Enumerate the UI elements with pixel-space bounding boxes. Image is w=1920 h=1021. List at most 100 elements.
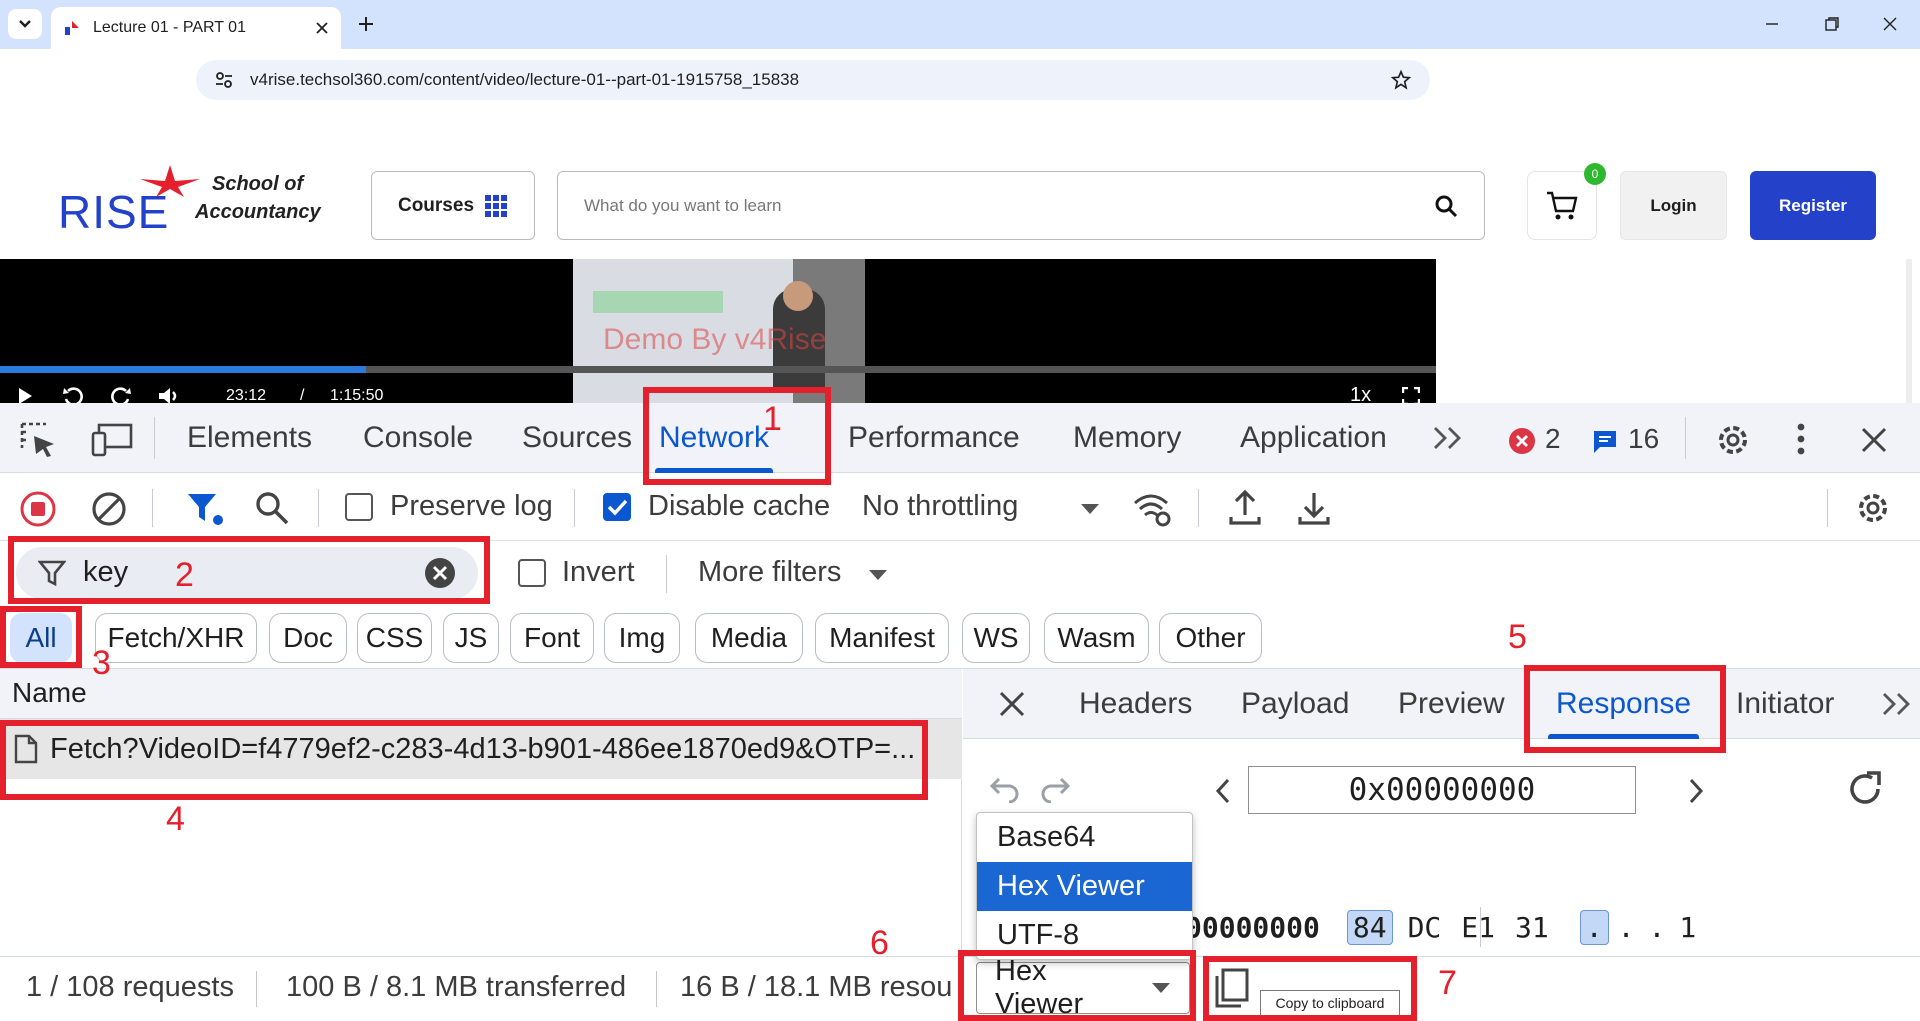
address-bar[interactable]: v4rise.techsol360.com/content/video/lect… xyxy=(196,60,1430,100)
type-chip-js[interactable]: JS xyxy=(443,613,499,663)
type-chip-ws[interactable]: WS xyxy=(962,613,1030,663)
type-chip-manifest[interactable]: Manifest xyxy=(815,613,949,663)
hex-byte-2[interactable]: E1 xyxy=(1456,911,1500,944)
device-toolbar-icon[interactable] xyxy=(91,423,133,457)
detail-tab-initiator[interactable]: Initiator xyxy=(1736,669,1834,739)
message-count[interactable]: 16 xyxy=(1628,423,1659,455)
filter-active-icon[interactable] xyxy=(186,491,224,527)
window-restore-icon[interactable] xyxy=(1824,16,1840,32)
throttling-select[interactable]: No throttling xyxy=(862,490,1018,523)
tab-close-icon[interactable] xyxy=(315,21,329,35)
invert-label[interactable]: Invert xyxy=(562,556,635,589)
search-icon[interactable] xyxy=(1434,194,1458,218)
tab-performance[interactable]: Performance xyxy=(848,403,1020,473)
courses-button[interactable]: Courses xyxy=(371,171,535,240)
hex-address-input[interactable]: 0x00000000 xyxy=(1248,766,1636,814)
tab-application[interactable]: Application xyxy=(1240,403,1387,473)
rewind-icon[interactable] xyxy=(62,387,84,403)
type-chip-all[interactable]: All xyxy=(10,613,72,663)
window-minimize-icon[interactable] xyxy=(1764,16,1780,32)
redo-icon[interactable] xyxy=(1039,775,1071,803)
clear-log-icon[interactable] xyxy=(91,491,127,527)
type-chip-media[interactable]: Media xyxy=(695,613,803,663)
play-icon[interactable] xyxy=(16,387,34,403)
browser-tab[interactable]: Lecture 01 - PART 01 xyxy=(51,7,341,49)
throttling-dropdown-icon[interactable] xyxy=(1080,503,1100,515)
name-column-header[interactable]: Name xyxy=(0,669,962,719)
disable-cache-checkbox[interactable] xyxy=(603,493,631,521)
new-tab-icon[interactable] xyxy=(356,14,376,34)
detail-tab-payload[interactable]: Payload xyxy=(1241,669,1349,739)
ascii-char-1[interactable]: . xyxy=(1613,911,1640,944)
hex-byte-1[interactable]: DC xyxy=(1403,911,1447,944)
playback-speed[interactable]: 1x xyxy=(1350,384,1371,403)
format-option-base64[interactable]: Base64 xyxy=(977,813,1192,862)
error-count[interactable]: 2 xyxy=(1545,423,1561,455)
type-chip-img[interactable]: Img xyxy=(604,613,680,663)
settings-gear-icon[interactable] xyxy=(1713,420,1753,460)
ascii-char-3[interactable]: 1 xyxy=(1674,911,1701,944)
register-button[interactable]: Register xyxy=(1750,171,1876,240)
more-detail-tabs-icon[interactable] xyxy=(1881,691,1913,717)
site-logo[interactable]: RISE School of Accountancy xyxy=(58,163,321,243)
tab-search-button[interactable] xyxy=(8,9,42,39)
invert-checkbox[interactable] xyxy=(518,559,546,587)
stop-recording-icon[interactable] xyxy=(20,491,56,527)
type-chip-fetch-xhr[interactable]: Fetch/XHR xyxy=(95,613,257,663)
type-chip-wasm[interactable]: Wasm xyxy=(1044,613,1149,663)
ascii-char-0[interactable]: . xyxy=(1579,909,1609,945)
copy-icon[interactable] xyxy=(1211,966,1251,1010)
type-chip-font[interactable]: Font xyxy=(510,613,594,663)
detail-tab-response[interactable]: Response xyxy=(1547,669,1700,739)
more-options-icon[interactable] xyxy=(1796,423,1806,455)
more-filters-dropdown-icon[interactable] xyxy=(868,569,888,581)
export-har-icon[interactable] xyxy=(1297,489,1331,527)
preserve-log-checkbox[interactable] xyxy=(345,493,373,521)
import-har-icon[interactable] xyxy=(1228,489,1262,527)
tab-network[interactable]: Network xyxy=(655,403,774,473)
request-row[interactable]: Fetch?VideoID=f4779ef2-c283-4d13-b901-48… xyxy=(0,719,962,779)
tab-sources[interactable]: Sources xyxy=(522,403,632,473)
format-option-utf8[interactable]: UTF-8 xyxy=(977,911,1192,959)
tab-elements[interactable]: Elements xyxy=(187,403,312,473)
inspect-element-icon[interactable] xyxy=(20,422,58,458)
hex-byte-0[interactable]: 84 xyxy=(1346,909,1393,945)
clear-filter-icon[interactable] xyxy=(424,557,456,589)
detail-tab-preview[interactable]: Preview xyxy=(1398,669,1505,739)
refresh-icon[interactable] xyxy=(1845,769,1885,809)
response-format-select[interactable]: Hex Viewer xyxy=(976,955,1190,1020)
undo-icon[interactable] xyxy=(989,775,1021,803)
login-button[interactable]: Login xyxy=(1620,171,1727,240)
type-chip-doc[interactable]: Doc xyxy=(269,613,347,663)
type-chip-css[interactable]: CSS xyxy=(357,613,432,663)
close-devtools-icon[interactable] xyxy=(1861,427,1887,453)
close-detail-icon[interactable] xyxy=(999,691,1025,717)
previous-page-icon[interactable] xyxy=(1215,778,1231,804)
tab-console[interactable]: Console xyxy=(363,403,473,473)
video-progress-bar[interactable] xyxy=(0,366,1436,373)
disable-cache-label[interactable]: Disable cache xyxy=(648,490,830,523)
more-filters-button[interactable]: More filters xyxy=(698,556,841,589)
fullscreen-icon[interactable] xyxy=(1402,387,1420,403)
more-tabs-icon[interactable] xyxy=(1432,425,1464,451)
error-icon[interactable] xyxy=(1508,427,1536,455)
video-player[interactable]: Demo By v4Rise 23:12 / 1:15:50 1x xyxy=(0,259,1436,403)
detail-tab-headers[interactable]: Headers xyxy=(1079,669,1192,739)
ascii-char-2[interactable]: . xyxy=(1643,911,1670,944)
filter-input[interactable]: key xyxy=(16,547,478,599)
search-network-icon[interactable] xyxy=(254,490,290,526)
volume-icon[interactable] xyxy=(158,387,182,403)
preserve-log-label[interactable]: Preserve log xyxy=(390,490,553,523)
forward-icon[interactable] xyxy=(110,387,132,403)
tab-memory[interactable]: Memory xyxy=(1073,403,1181,473)
type-chip-other[interactable]: Other xyxy=(1159,613,1262,663)
network-conditions-icon[interactable] xyxy=(1133,491,1173,527)
site-info-icon[interactable] xyxy=(214,71,234,89)
hex-byte-3[interactable]: 31 xyxy=(1510,911,1554,944)
next-page-icon[interactable] xyxy=(1688,778,1704,804)
message-icon[interactable] xyxy=(1592,429,1618,455)
course-search-input[interactable]: What do you want to learn xyxy=(557,171,1485,240)
format-option-hex-viewer[interactable]: Hex Viewer xyxy=(977,862,1192,911)
page-scrollbar[interactable] xyxy=(1906,259,1912,403)
window-close-icon[interactable] xyxy=(1882,16,1898,32)
